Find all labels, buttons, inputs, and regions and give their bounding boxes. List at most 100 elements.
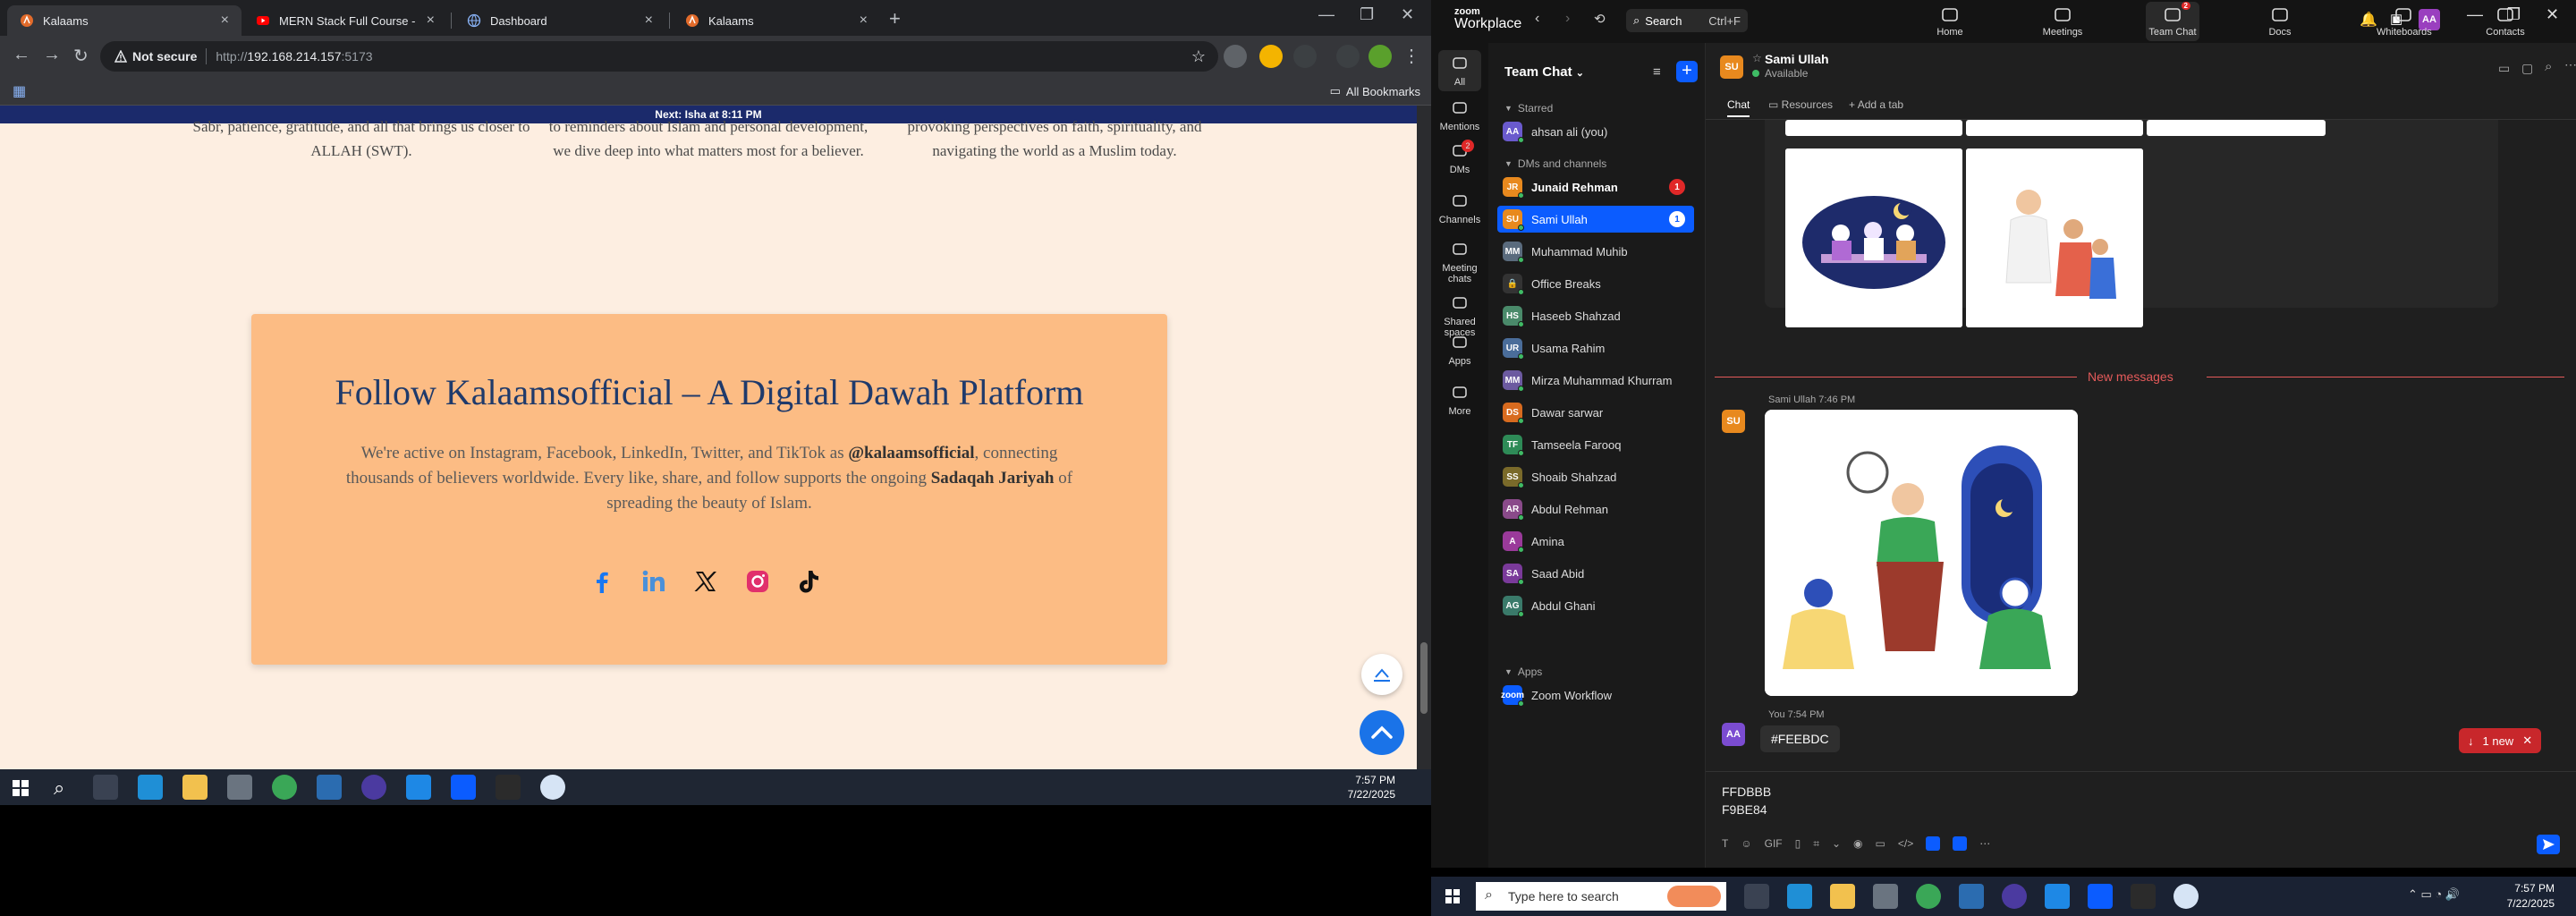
list-item[interactable]: zoom Zoom Workflow <box>1497 682 1694 708</box>
nav-meetings[interactable]: Meetings <box>2036 5 2089 38</box>
edge-icon[interactable] <box>138 775 163 800</box>
maximize-button[interactable]: ❐ <box>1360 5 1374 24</box>
x-icon[interactable] <box>693 569 718 594</box>
github-icon[interactable] <box>2002 884 2027 909</box>
terminal-icon[interactable] <box>2131 884 2156 909</box>
apps-grid-icon[interactable]: ▦ <box>13 82 26 100</box>
app-icon[interactable] <box>1926 836 1941 851</box>
app-icon[interactable] <box>1959 884 1984 909</box>
close-icon[interactable]: × <box>645 13 653 29</box>
forward-arrow-icon[interactable]: → <box>43 45 61 65</box>
taskbar-search[interactable]: ⌕ Type here to search <box>1476 882 1726 911</box>
send-button[interactable] <box>2537 835 2560 854</box>
app-icon[interactable] <box>317 775 342 800</box>
add-tab-button[interactable]: + Add a tab <box>1849 98 1903 111</box>
list-item[interactable]: HS Haseeb Shahzad <box>1497 302 1694 329</box>
list-item[interactable]: MM Muhammad Muhib <box>1497 238 1694 265</box>
tab-resources[interactable]: ▭ Resources <box>1768 98 1833 111</box>
image-attachment[interactable] <box>1966 120 2143 136</box>
search-icon[interactable]: ⌕ <box>54 776 64 800</box>
nav-home[interactable]: Home <box>1923 5 1977 38</box>
tiktok-icon[interactable] <box>797 569 822 594</box>
nav-team-chat[interactable]: Team Chat 2 <box>2146 2 2199 41</box>
file-explorer-icon[interactable] <box>182 775 208 800</box>
jump-new-button[interactable]: ↓ 1 new ✕ <box>2459 728 2542 753</box>
list-item[interactable]: SU Sami Ullah 1 <box>1497 206 1694 233</box>
more-icon[interactable]: ⋯ <box>2564 57 2576 72</box>
section-header[interactable]: ▼ DMs and channels <box>1504 157 1606 170</box>
chat-name[interactable]: Sami Ullah <box>1765 52 1829 66</box>
store-icon[interactable] <box>227 775 252 800</box>
zoom-search[interactable]: ⌕ Search Ctrl+F <box>1626 9 1748 32</box>
rail-dms[interactable]: DMs 2 <box>1431 140 1488 175</box>
zoom-taskbar-icon[interactable] <box>2088 884 2113 909</box>
avatar[interactable]: AA <box>1722 723 1745 746</box>
nav-contacts[interactable]: Contacts <box>2479 5 2532 38</box>
facebook-icon[interactable] <box>589 569 614 594</box>
rail-shared-spaces[interactable]: Shared spaces <box>1431 293 1488 338</box>
nav-whiteboards[interactable]: Whiteboards <box>2377 5 2432 38</box>
list-title[interactable]: Team Chat ⌄ <box>1504 64 1584 80</box>
close-icon[interactable]: × <box>860 13 868 29</box>
list-item[interactable]: A Amina <box>1497 528 1694 555</box>
tray-icons[interactable]: ⌃ ▭ ◔ 🔊 <box>2408 887 2460 902</box>
new-tab-button[interactable]: + <box>889 7 901 30</box>
vscode-icon[interactable] <box>2045 884 2070 909</box>
menu-kebab-icon[interactable]: ⋮ <box>1402 45 1420 67</box>
list-item[interactable]: UR Usama Rahim <box>1497 335 1694 361</box>
minimize-button[interactable]: — <box>1318 5 1335 24</box>
puzzle-icon[interactable] <box>1293 45 1317 68</box>
list-item[interactable]: 🔒 Office Breaks <box>1497 270 1694 297</box>
file-explorer-icon[interactable] <box>1830 884 1855 909</box>
video-icon[interactable]: ▭ <box>2498 61 2510 76</box>
chrome-icon[interactable] <box>272 775 297 800</box>
address-bar[interactable]: Not secure http://192.168.214.157:5173 ☆ <box>100 41 1218 72</box>
search-icon[interactable]: ⌕ <box>2545 59 2552 74</box>
filter-icon[interactable]: ≡ <box>1653 64 1661 80</box>
gif-button[interactable]: GIF <box>1765 837 1783 850</box>
tab-mern-course[interactable]: MERN Stack Full Course - ECom × <box>243 5 447 36</box>
tab-chat[interactable]: Chat <box>1727 98 1750 117</box>
app-icon[interactable] <box>2174 884 2199 909</box>
section-header[interactable]: ▼ Starred <box>1504 102 1553 114</box>
list-item[interactable]: AR Abdul Rehman <box>1497 496 1694 522</box>
message-composer[interactable]: FFDBBB F9BE84 T ☺ GIF ▯ ⌗ ⌄ ◉ ▭ </> ⋯ <box>1706 771 2576 868</box>
nav-more[interactable]: MoreNEW <box>2562 5 2576 38</box>
image-attachment-sermon[interactable] <box>1765 410 2078 696</box>
window-icon[interactable]: ▢ <box>2521 61 2533 76</box>
rail-all[interactable]: All <box>1438 50 1481 91</box>
back-to-top-button[interactable] <box>1360 710 1404 755</box>
screenshot-icon[interactable]: ⌗ <box>1813 837 1819 851</box>
chrome-icon[interactable] <box>1916 884 1941 909</box>
rail-more[interactable]: More <box>1431 383 1488 417</box>
download-icon[interactable] <box>1336 45 1360 68</box>
list-item[interactable]: TF Tamseela Farooq <box>1497 431 1694 458</box>
code-icon[interactable]: </> <box>1898 837 1913 850</box>
windows-start-icon[interactable] <box>1445 889 1460 903</box>
message-bubble[interactable]: #FEEBDC <box>1760 725 1840 752</box>
tab-kalaams-1[interactable]: Kalaams × <box>7 5 242 36</box>
rail-meeting-chats[interactable]: Meeting chats <box>1431 240 1488 284</box>
microphone-icon[interactable]: ◉ <box>1853 837 1862 850</box>
tab-kalaams-2[interactable]: Kalaams × <box>673 5 880 36</box>
composer-line[interactable]: F9BE84 <box>1722 802 1767 817</box>
avatar[interactable] <box>1368 45 1392 68</box>
image-attachment[interactable] <box>1785 120 1962 136</box>
format-icon[interactable]: T <box>1722 837 1728 850</box>
list-item[interactable]: SS Shoaib Shahzad <box>1497 463 1694 490</box>
image-attachment-family[interactable] <box>1966 148 2143 327</box>
clock[interactable]: 7:57 PM 7/22/2025 <box>1348 773 1395 802</box>
list-item[interactable]: DS Dawar sarwar <box>1497 399 1694 426</box>
back-arrow-icon[interactable]: ‹ <box>1535 11 1539 27</box>
all-bookmarks[interactable]: ▭ All Bookmarks <box>1330 84 1420 98</box>
extension-icon[interactable] <box>1259 45 1283 68</box>
tab-dashboard[interactable]: Dashboard × <box>454 5 665 36</box>
close-window-button[interactable]: ✕ <box>2546 5 2559 24</box>
list-item[interactable]: MM Mirza Muhammad Khurram <box>1497 367 1694 394</box>
composer-line[interactable]: FFDBBB <box>1722 785 1771 799</box>
zoom-taskbar-icon[interactable] <box>451 775 476 800</box>
file-icon[interactable]: ▯ <box>1795 837 1801 850</box>
image-attachment-iftar[interactable] <box>1785 148 1962 327</box>
page-scrollbar[interactable] <box>1417 106 1431 769</box>
edge-icon[interactable] <box>1787 884 1812 909</box>
